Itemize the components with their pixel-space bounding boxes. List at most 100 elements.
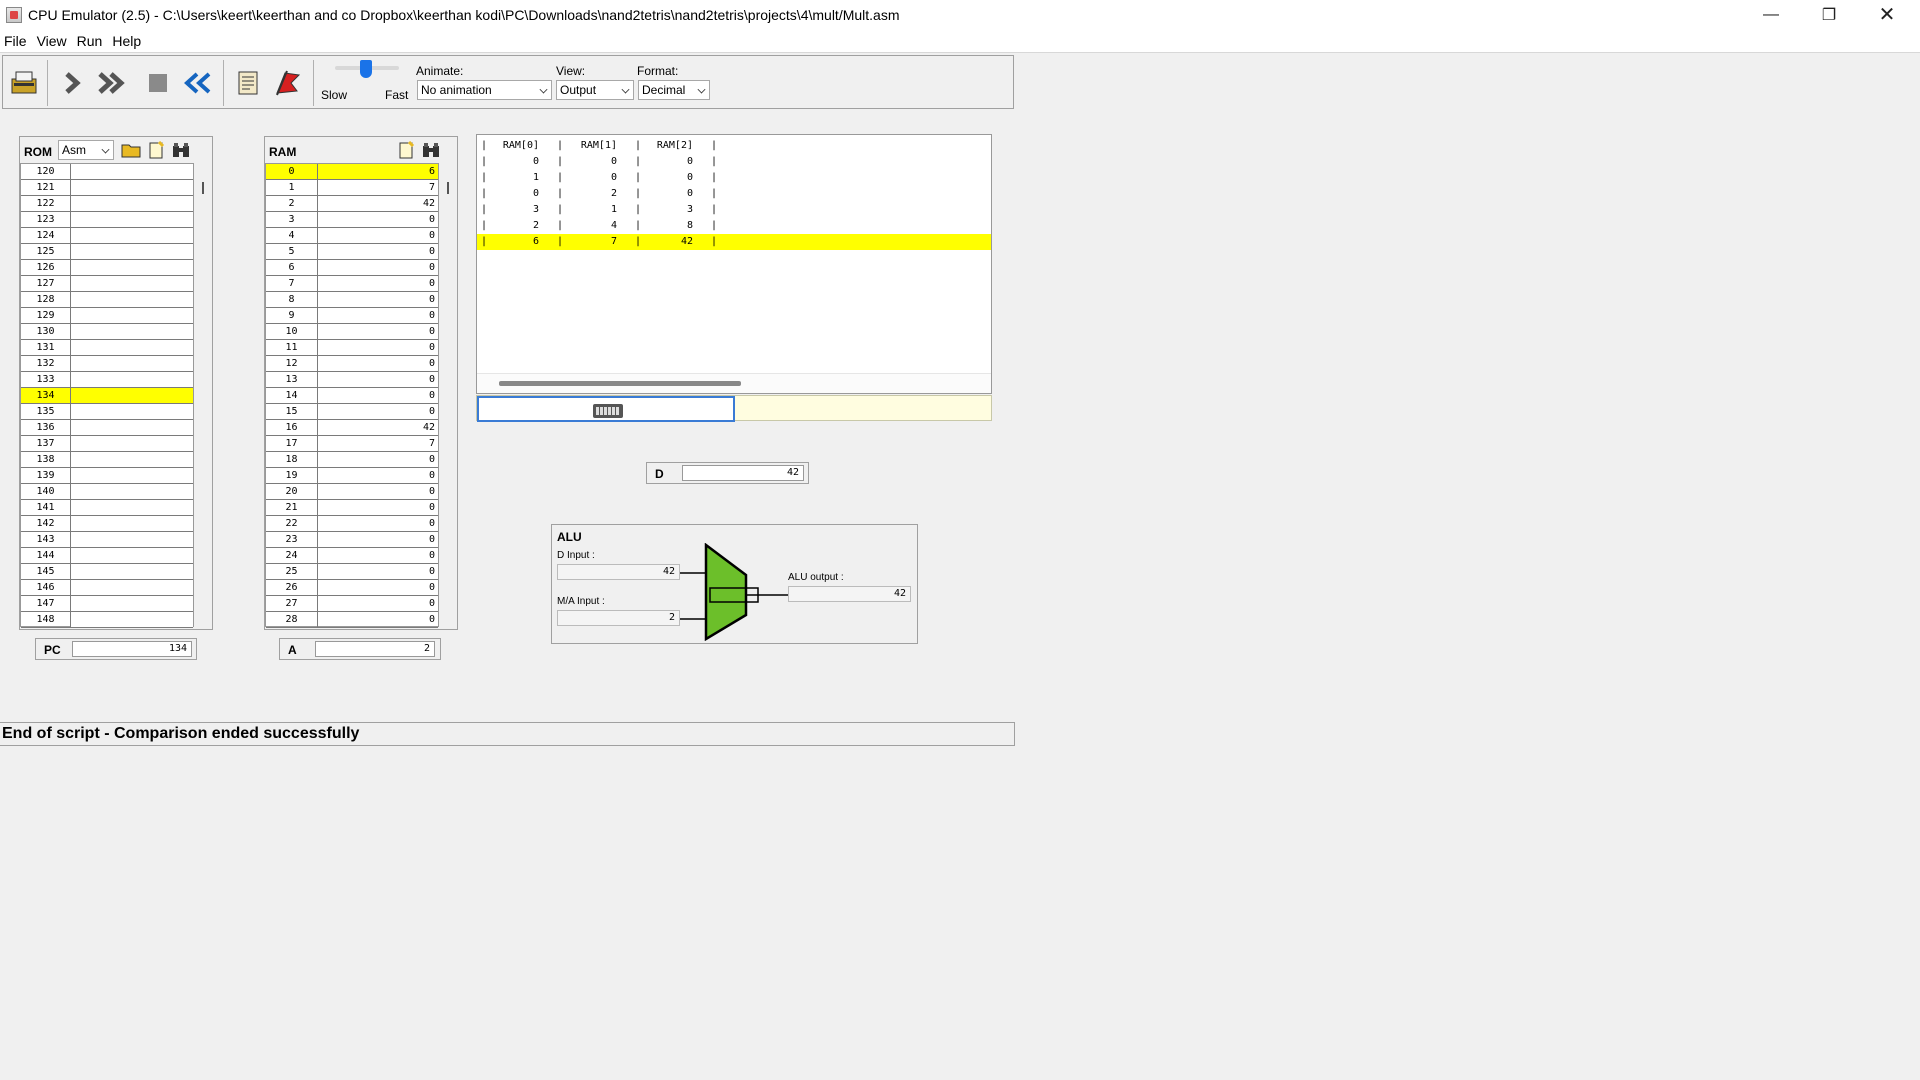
- ram-value[interactable]: 0: [318, 388, 438, 403]
- breakpoints-button[interactable]: [271, 66, 305, 100]
- rom-value[interactable]: [71, 564, 193, 579]
- maximize-button[interactable]: ❐: [1800, 0, 1858, 29]
- rom-row[interactable]: 120: [21, 164, 193, 180]
- ram-row[interactable]: 14 0: [266, 388, 438, 404]
- rom-row[interactable]: 135: [21, 404, 193, 420]
- rom-value[interactable]: [71, 388, 193, 403]
- ram-row[interactable]: 30: [266, 212, 438, 228]
- ram-row[interactable]: 15 0: [266, 404, 438, 420]
- ram-row[interactable]: 17: [266, 180, 438, 196]
- rom-value[interactable]: [71, 308, 193, 323]
- ram-row[interactable]: 10 0: [266, 324, 438, 340]
- ram-row[interactable]: 13 0: [266, 372, 438, 388]
- keyboard-icon[interactable]: [593, 404, 623, 418]
- rom-value[interactable]: [71, 420, 193, 435]
- rom-value[interactable]: [71, 596, 193, 611]
- ram-row[interactable]: 24 0: [266, 548, 438, 564]
- minimize-button[interactable]: —: [1742, 0, 1800, 29]
- close-button[interactable]: ✕: [1858, 0, 1916, 29]
- run-button[interactable]: [95, 66, 129, 100]
- ram-value[interactable]: 0: [318, 308, 438, 323]
- rom-value[interactable]: [71, 356, 193, 371]
- script-button[interactable]: [231, 66, 265, 100]
- ram-value[interactable]: 0: [318, 596, 438, 611]
- ram-value[interactable]: 0: [318, 548, 438, 563]
- pc-value[interactable]: 134: [72, 641, 192, 657]
- ram-value[interactable]: 0: [318, 244, 438, 259]
- ram-search-button[interactable]: [420, 140, 442, 160]
- ram-row[interactable]: 19 0: [266, 468, 438, 484]
- ram-value[interactable]: 0: [318, 340, 438, 355]
- rom-load-button[interactable]: [120, 140, 142, 160]
- rom-value[interactable]: [71, 468, 193, 483]
- rom-value[interactable]: [71, 260, 193, 275]
- rom-row[interactable]: 146: [21, 580, 193, 596]
- rom-row[interactable]: 138: [21, 452, 193, 468]
- ram-value[interactable]: 0: [318, 532, 438, 547]
- ram-row[interactable]: 11 0: [266, 340, 438, 356]
- ram-row[interactable]: 06: [266, 164, 438, 180]
- menu-view[interactable]: View: [37, 33, 67, 49]
- rom-value[interactable]: [71, 580, 193, 595]
- rom-table[interactable]: 120 121 122 123 124 125 126 127 128 129 130 131 132 1…: [20, 163, 194, 628]
- command-input[interactable]: [477, 396, 735, 422]
- ram-value[interactable]: 7: [318, 436, 438, 451]
- rom-row[interactable]: 137: [21, 436, 193, 452]
- ram-value[interactable]: 6: [318, 164, 438, 179]
- rom-value[interactable]: [71, 548, 193, 563]
- rom-row[interactable]: 122: [21, 196, 193, 212]
- rom-row[interactable]: 126: [21, 260, 193, 276]
- ram-row[interactable]: 27 0: [266, 596, 438, 612]
- menu-run[interactable]: Run: [77, 33, 103, 49]
- ram-row[interactable]: 12 0: [266, 356, 438, 372]
- rom-scrollbar[interactable]: [202, 182, 204, 194]
- ram-row[interactable]: 40: [266, 228, 438, 244]
- rom-row[interactable]: 141: [21, 500, 193, 516]
- ram-row[interactable]: 60: [266, 260, 438, 276]
- rom-row[interactable]: 142: [21, 516, 193, 532]
- rom-row[interactable]: 136: [21, 420, 193, 436]
- rom-row[interactable]: 129: [21, 308, 193, 324]
- animate-select[interactable]: No animation: [417, 80, 552, 100]
- ram-row[interactable]: 16 42: [266, 420, 438, 436]
- rom-value[interactable]: [71, 532, 193, 547]
- ram-value[interactable]: 0: [318, 276, 438, 291]
- ram-row[interactable]: 17 7: [266, 436, 438, 452]
- ram-row[interactable]: 26 0: [266, 580, 438, 596]
- reset-button[interactable]: [181, 66, 215, 100]
- rom-row[interactable]: 143: [21, 532, 193, 548]
- output-scrollbar-thumb[interactable]: [499, 381, 741, 386]
- rom-value[interactable]: [71, 276, 193, 291]
- ram-row[interactable]: 22 0: [266, 516, 438, 532]
- rom-value[interactable]: [71, 292, 193, 307]
- rom-row[interactable]: 123: [21, 212, 193, 228]
- ram-value[interactable]: 42: [318, 196, 438, 211]
- rom-row[interactable]: 130: [21, 324, 193, 340]
- rom-value[interactable]: [71, 404, 193, 419]
- rom-row[interactable]: 132: [21, 356, 193, 372]
- rom-row[interactable]: 121: [21, 180, 193, 196]
- rom-row[interactable]: 140: [21, 484, 193, 500]
- ram-value[interactable]: 0: [318, 372, 438, 387]
- ram-row[interactable]: 80: [266, 292, 438, 308]
- ram-value[interactable]: 0: [318, 580, 438, 595]
- ram-value[interactable]: 0: [318, 564, 438, 579]
- load-program-button[interactable]: [7, 66, 41, 100]
- rom-value[interactable]: [71, 196, 193, 211]
- rom-row[interactable]: 134: [21, 388, 193, 404]
- rom-value[interactable]: [71, 212, 193, 227]
- speed-slider-thumb[interactable]: [360, 60, 372, 78]
- ram-row[interactable]: 21 0: [266, 500, 438, 516]
- ram-value[interactable]: 42: [318, 420, 438, 435]
- view-select[interactable]: Output: [556, 80, 634, 100]
- ram-row[interactable]: 18 0: [266, 452, 438, 468]
- ram-row[interactable]: 20 0: [266, 484, 438, 500]
- menu-file[interactable]: File: [4, 33, 27, 49]
- rom-row[interactable]: 127: [21, 276, 193, 292]
- rom-value[interactable]: [71, 436, 193, 451]
- rom-row[interactable]: 124: [21, 228, 193, 244]
- ram-row[interactable]: 23 0: [266, 532, 438, 548]
- ram-value[interactable]: 0: [318, 612, 438, 627]
- format-select[interactable]: Decimal: [638, 80, 710, 100]
- ram-value[interactable]: 0: [318, 500, 438, 515]
